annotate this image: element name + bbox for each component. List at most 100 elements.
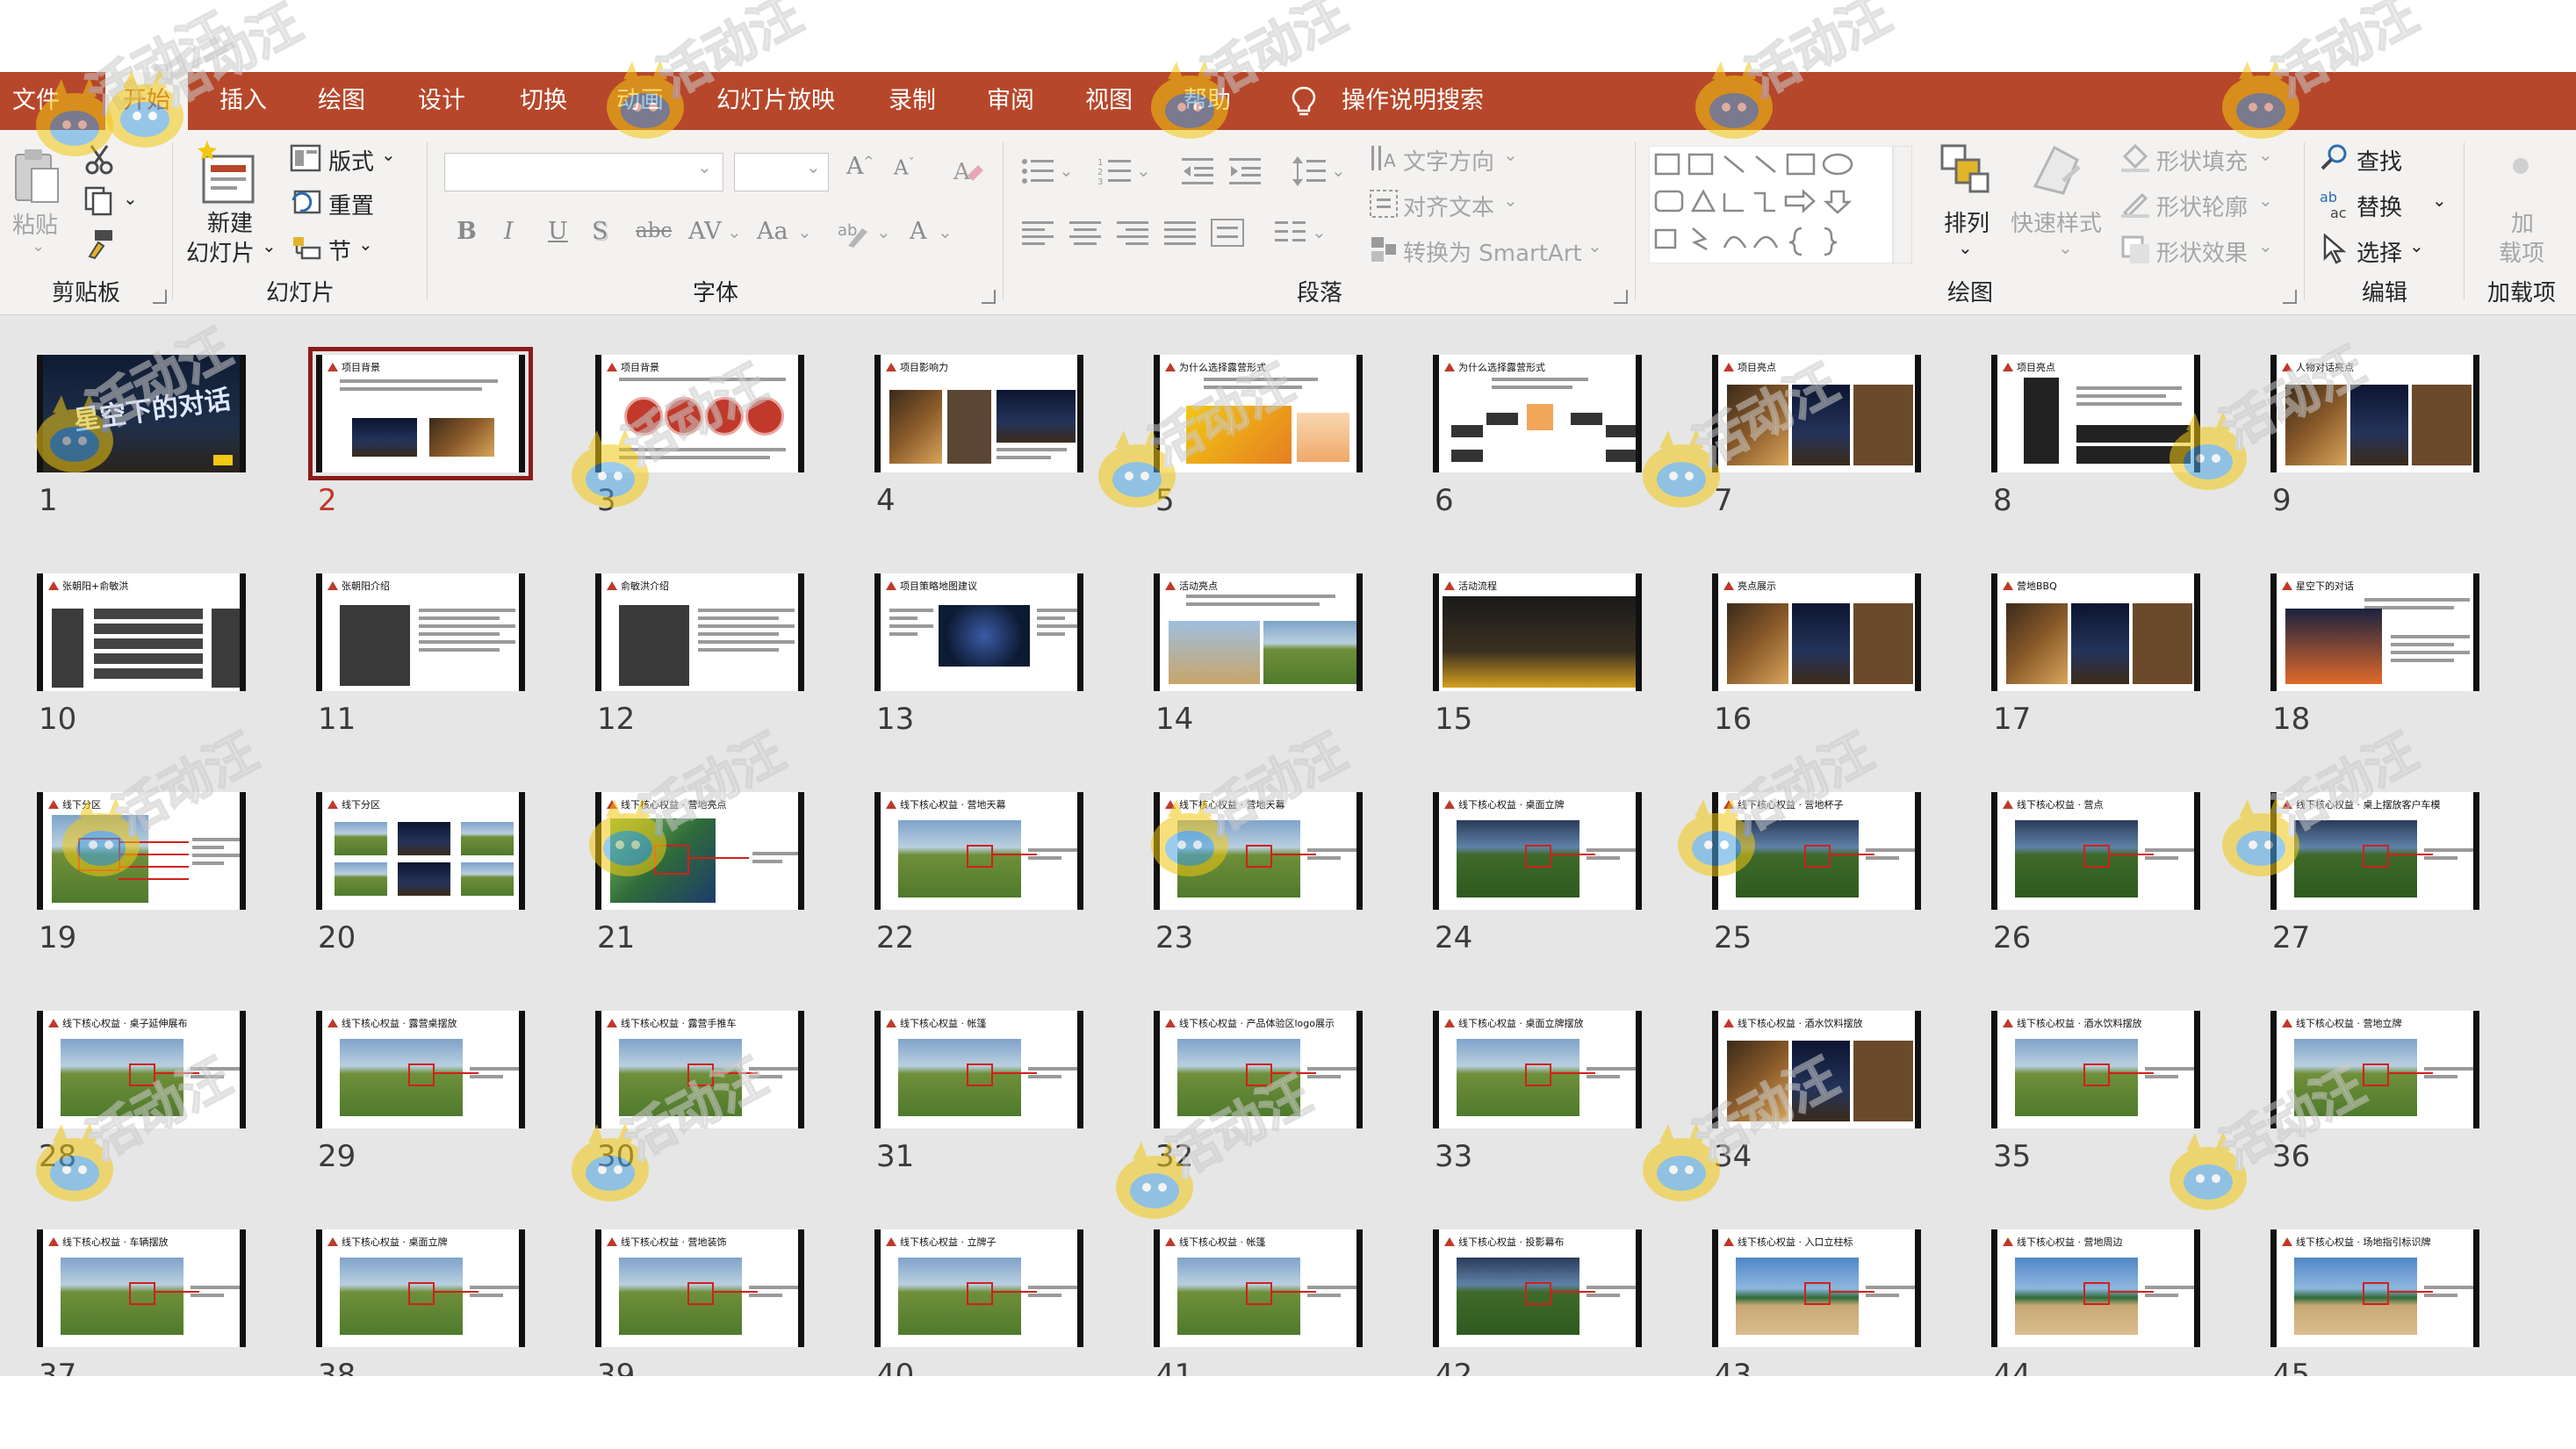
paste-icon[interactable] [11,146,63,207]
slide-thumbnail-5[interactable]: 为什么选择露营形式 [1154,355,1363,472]
slide-thumbnail-24[interactable]: 线下核心权益 · 桌面立牌 [1433,792,1642,910]
paste-button[interactable]: 粘贴 [12,207,58,240]
columns-chevron-icon[interactable]: ⌄ [1312,221,1327,242]
bullets-chevron-icon[interactable]: ⌄ [1059,160,1074,181]
slide-thumbnail-2[interactable]: 项目背景 [308,347,533,480]
slide-thumbnail-41[interactable]: 线下核心权益 · 帐篷 [1154,1229,1363,1347]
arrange-icon[interactable] [1939,142,1991,198]
slide-thumbnail-13[interactable]: 项目策略地图建议 [874,573,1083,691]
font-size-chevron-icon[interactable]: ⌄ [806,156,821,177]
replace-chevron-icon[interactable]: ⌄ [2432,190,2447,211]
slide-thumbnail-10[interactable]: 张朝阳+俞敏洪 [37,573,246,691]
slide-thumbnail-17[interactable]: 营地BBQ [1991,573,2200,691]
arrange-button[interactable]: 排列 [1944,205,1990,238]
select-chevron-icon[interactable]: ⌄ [2409,235,2424,256]
slide-thumbnail-31[interactable]: 线下核心权益 · 帐篷 [874,1011,1083,1128]
slide-thumbnail-19[interactable]: 线下分区 [37,792,246,910]
tab-1[interactable]: 文件 [12,72,60,130]
font-launcher-icon[interactable] [982,290,996,304]
columns-icon[interactable] [1273,218,1308,248]
replace-icon[interactable]: abac [2320,188,2353,220]
slide-thumbnail-33[interactable]: 线下核心权益 · 桌面立牌摆放 [1433,1011,1642,1128]
bullets-icon[interactable] [1020,156,1055,186]
lightbulb-icon[interactable] [1287,84,1320,118]
slide-thumbnail-34[interactable]: 线下核心权益 · 酒水饮料摆放 [1712,1011,1921,1128]
slide-thumbnail-8[interactable]: 项目亮点 [1991,355,2200,472]
slide-thumbnail-7[interactable]: 项目亮点 [1712,355,1921,472]
quick-styles-button[interactable]: 快速样式 [2011,205,2102,238]
bold-button[interactable]: B [457,218,477,245]
arrange-chevron-icon[interactable]: ⌄ [1958,237,1973,258]
slide-thumbnail-21[interactable]: 线下核心权益 · 营地亮点 [595,792,804,910]
layout-chevron-icon[interactable]: ⌄ [381,144,396,165]
shape-effects-button[interactable]: 形状效果 [2156,235,2248,268]
reset-icon[interactable] [290,188,321,216]
quick-styles-icon[interactable] [2028,142,2084,198]
shape-effects-chevron-icon[interactable]: ⌄ [2258,235,2273,256]
slide-thumbnail-18[interactable]: 星空下的对话 [2270,573,2479,691]
font-family-chevron-icon[interactable]: ⌄ [697,156,712,177]
change-case-chevron-icon[interactable]: ⌄ [797,221,812,242]
slide-thumbnail-36[interactable]: 线下核心权益 · 营地立牌 [2270,1011,2479,1128]
slide-thumbnail-11[interactable]: 张朝阳介绍 [316,573,525,691]
section-icon[interactable] [290,234,321,262]
addins-button-line2[interactable]: 载项 [2499,235,2544,268]
justify-icon[interactable] [1162,218,1198,248]
change-case-button[interactable]: Aa [757,218,788,245]
text-direction-button[interactable]: 文字方向 [1403,144,1494,177]
addins-button[interactable]: 加 [2511,205,2534,238]
find-button[interactable]: 查找 [2357,144,2402,177]
text-direction-icon[interactable]: A [1368,142,1400,174]
select-button[interactable]: 选择 [2357,235,2402,268]
slide-thumbnail-44[interactable]: 线下核心权益 · 营地周边 [1991,1229,2200,1347]
shape-fill-button[interactable]: 形状填充 [2156,144,2248,177]
tab-3[interactable]: 插入 [219,72,267,130]
copy-icon[interactable] [83,184,116,218]
slide-thumbnail-12[interactable]: 俞敏洪介绍 [595,573,804,691]
slide-thumbnail-15[interactable]: 活动流程 [1433,573,1642,691]
shape-fill-icon[interactable] [2119,142,2151,174]
underline-button[interactable]: U [548,218,568,245]
slide-thumbnail-43[interactable]: 线下核心权益 · 入口立柱标 [1712,1229,1921,1347]
paste-dropdown-chevron-icon[interactable]: ⌄ [32,237,45,256]
tell-me-search[interactable]: 操作说明搜索 [1342,72,1484,130]
slide-thumbnail-29[interactable]: 线下核心权益 · 露营桌摆放 [316,1011,525,1128]
section-chevron-icon[interactable]: ⌄ [358,234,373,255]
line-spacing-icon[interactable] [1292,155,1328,188]
slide-thumbnail-14[interactable]: 活动亮点 [1154,573,1363,691]
slide-thumbnail-45[interactable]: 线下核心权益 · 场地指引标识牌 [2270,1229,2479,1347]
slide-thumbnail-9[interactable]: 人物对话亮点 [2270,355,2479,472]
slide-thumbnail-20[interactable]: 线下分区 [316,792,525,910]
highlight-chevron-icon[interactable]: ⌄ [876,221,891,242]
character-spacing-chevron-icon[interactable]: ⌄ [727,221,742,242]
slide-thumbnail-39[interactable]: 线下核心权益 · 营地装饰 [595,1229,804,1347]
align-center-icon[interactable] [1068,218,1103,248]
smartart-chevron-icon[interactable]: ⌄ [1587,235,1602,256]
slide-thumbnail-38[interactable]: 线下核心权益 · 桌面立牌 [316,1229,525,1347]
font-color-chevron-icon[interactable]: ⌄ [938,221,953,242]
drawing-launcher-icon[interactable] [2283,290,2297,304]
shape-outline-icon[interactable] [2119,188,2151,220]
numbering-chevron-icon[interactable]: ⌄ [1136,160,1151,181]
new-slide-button[interactable]: 新建 [207,205,253,238]
new-slide-chevron-icon[interactable]: ⌄ [262,235,277,256]
decrease-indent-icon[interactable] [1180,156,1215,186]
format-painter-icon[interactable] [83,227,116,260]
slide-thumbnail-23[interactable]: 线下核心权益 · 营地天幕 [1154,792,1363,910]
numbering-icon[interactable]: 1 2 3 [1097,156,1133,186]
shapes-gallery[interactable] [1649,146,1912,263]
quick-styles-chevron-icon[interactable]: ⌄ [2058,237,2073,258]
tab-12[interactable]: 帮助 [1184,72,1231,130]
slide-thumbnail-1[interactable]: 星空下的对话 [37,355,246,472]
cut-icon[interactable] [83,142,116,176]
tab-5[interactable]: 设计 [418,72,465,130]
slide-thumbnail-22[interactable]: 线下核心权益 · 营地天幕 [874,792,1083,910]
tab-10[interactable]: 审阅 [987,72,1034,130]
clear-formatting-icon[interactable]: A [950,153,985,188]
layout-button[interactable]: 版式 [328,144,374,177]
tab-8[interactable]: 幻灯片放映 [716,72,835,130]
shape-outline-button[interactable]: 形状轮廓 [2156,190,2248,222]
slide-thumbnail-3[interactable]: 项目背景 [595,355,804,472]
slide-thumbnail-25[interactable]: 线下核心权益 · 营地杯子 [1712,792,1921,910]
character-spacing-button[interactable]: AV [688,218,722,245]
